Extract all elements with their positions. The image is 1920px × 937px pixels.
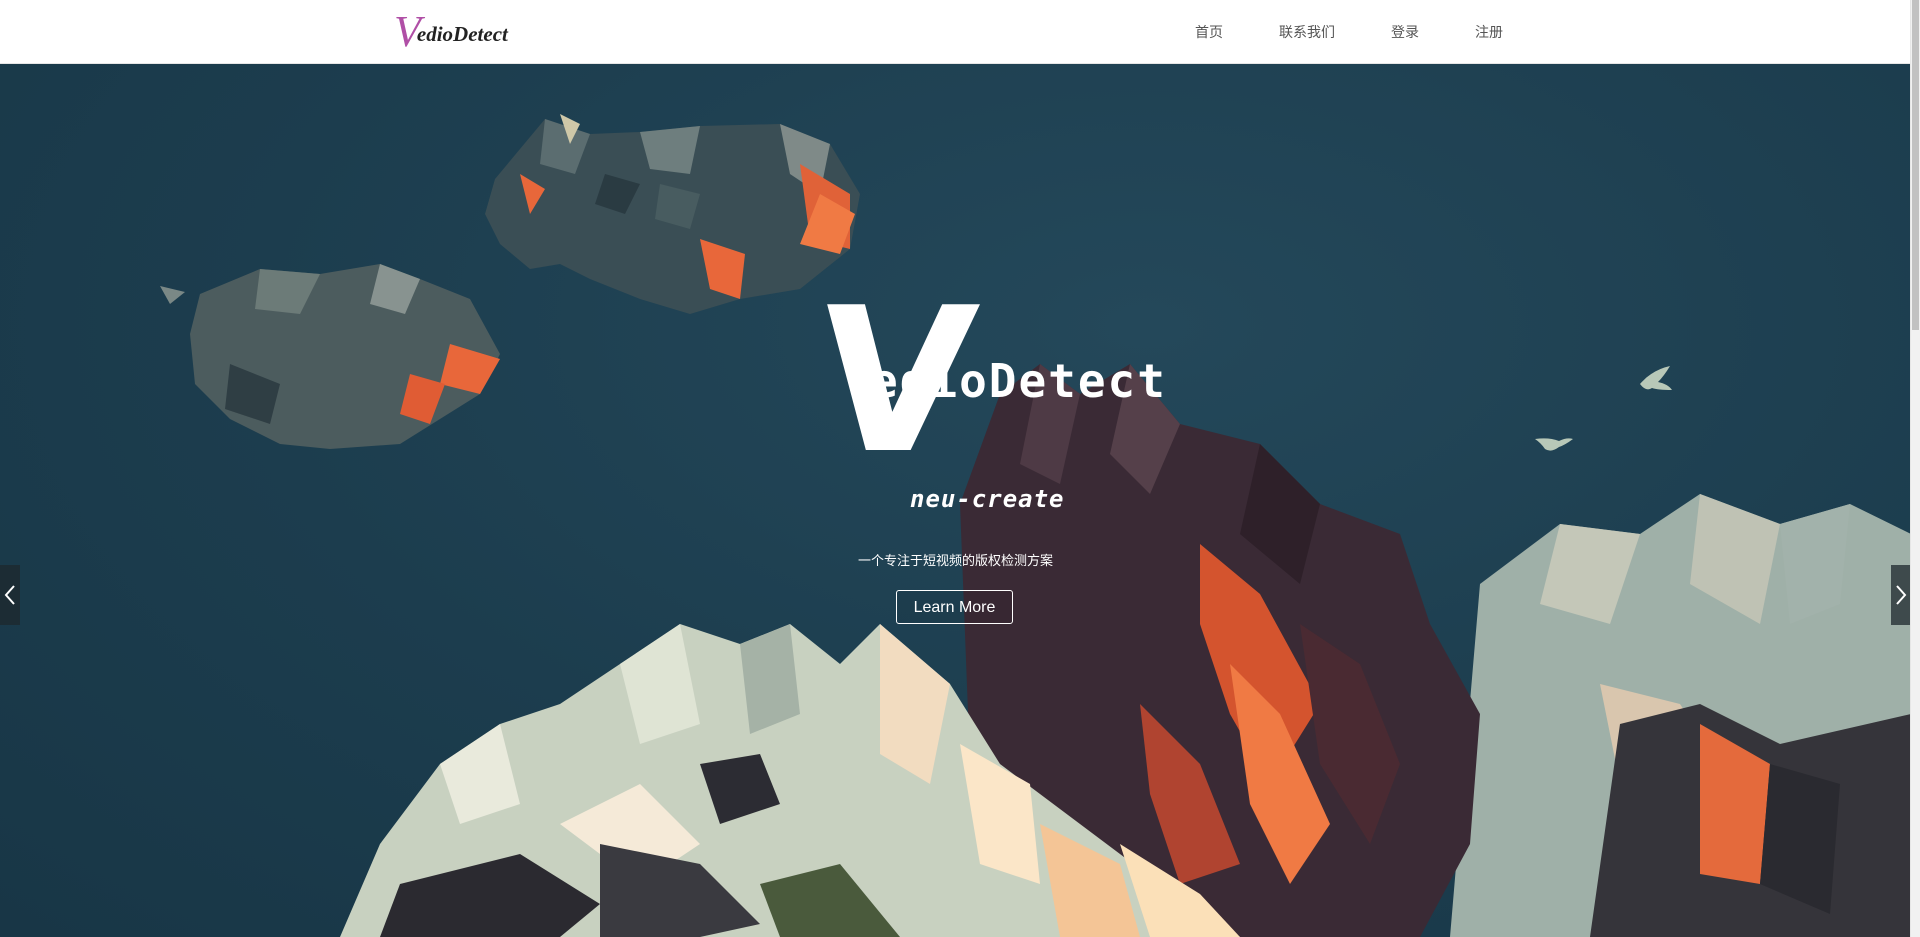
hero-logo-title: edioDetect [870,354,1167,408]
carousel-next-button[interactable] [1891,565,1911,625]
top-navbar: V edioDetect 首页 联系我们 登录 注册 [0,0,1911,64]
learn-more-button[interactable]: Learn More [896,590,1013,624]
nav-item-home[interactable]: 首页 [1195,22,1223,42]
nav-item-contact[interactable]: 联系我们 [1279,22,1335,42]
nav-item-register[interactable]: 注册 [1475,22,1503,42]
brand-logo-text: edioDetect [416,22,508,46]
chevron-right-icon [1896,585,1907,605]
page-scrollbar[interactable] [1910,0,1920,937]
hero-content: V edioDetect neu-create 一个专注于短视频的版权检测方案 … [0,64,1911,937]
nav-item-login[interactable]: 登录 [1391,22,1419,42]
chevron-left-icon [4,585,15,605]
hero-carousel: V edioDetect neu-create 一个专注于短视频的版权检测方案 … [0,64,1911,937]
brand-logo[interactable]: V edioDetect [394,10,508,54]
hero-logo: V edioDetect neu-create [806,265,1165,532]
hero-logo-subtitle: neu-create [910,485,1065,513]
carousel-prev-button[interactable] [0,565,20,625]
scrollbar-thumb[interactable] [1912,0,1919,330]
hero-tagline: 一个专注于短视频的版权检测方案 [857,553,1053,568]
